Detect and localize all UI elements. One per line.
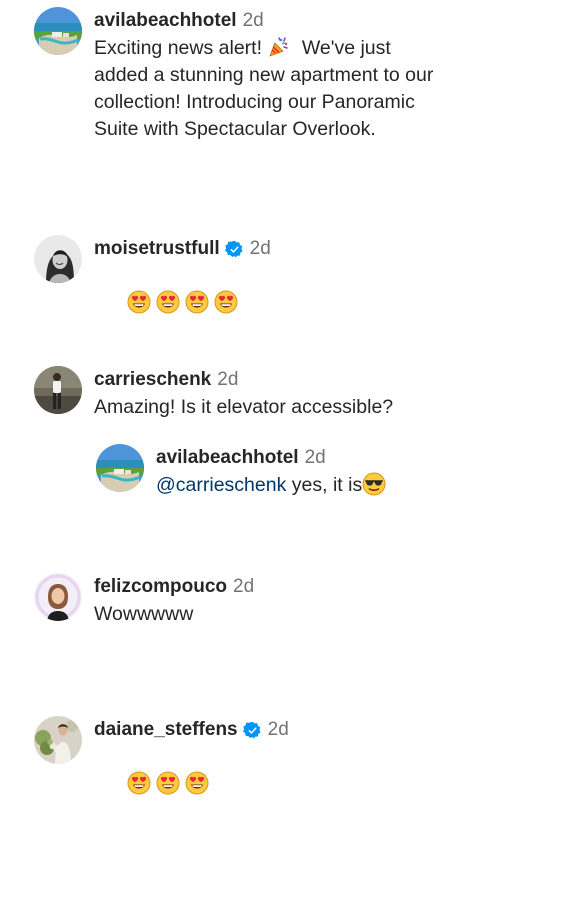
verified-badge-icon bbox=[243, 721, 262, 740]
comment-item: daiane_steffens 2d bbox=[34, 716, 289, 825]
timestamp: 2d bbox=[267, 719, 289, 740]
comment-item: moisetrustfull 2d bbox=[34, 235, 271, 344]
timestamp: 2d bbox=[304, 447, 326, 468]
avatar[interactable] bbox=[34, 573, 82, 621]
heart-eyes-icon bbox=[214, 290, 238, 314]
heart-eyes-icon bbox=[127, 290, 151, 314]
avatar[interactable] bbox=[34, 366, 82, 414]
mention-link[interactable]: @carrieschenk bbox=[156, 474, 286, 496]
avatar[interactable] bbox=[34, 716, 82, 764]
comment-text bbox=[94, 744, 289, 825]
comment-item: felizcompouco 2d Wowwwww bbox=[34, 573, 254, 628]
comment-text: Amazing! Is it elevator accessible? bbox=[94, 396, 394, 418]
username[interactable]: avilabeachhotel bbox=[94, 7, 237, 35]
timestamp: 2d bbox=[233, 576, 255, 597]
verified-badge-icon bbox=[225, 240, 244, 259]
username[interactable]: moisetrustfull bbox=[94, 235, 220, 263]
heart-eyes-icon bbox=[185, 771, 209, 795]
username[interactable]: avilabeachhotel bbox=[156, 444, 299, 472]
comment-item: avilabeachhotel 2d Exciting news alert! … bbox=[34, 7, 434, 143]
reply-text: @carrieschenk yes, it is bbox=[156, 472, 391, 499]
heart-eyes-icon bbox=[127, 771, 151, 795]
timestamp: 2d bbox=[242, 10, 264, 31]
timestamp: 2d bbox=[249, 238, 271, 259]
avatar[interactable] bbox=[34, 235, 82, 283]
heart-eyes-icon bbox=[185, 290, 209, 314]
heart-eyes-icon bbox=[156, 290, 180, 314]
heart-eyes-icon bbox=[156, 771, 180, 795]
timestamp: 2d bbox=[217, 369, 239, 390]
username[interactable]: felizcompouco bbox=[94, 573, 227, 601]
username[interactable]: daiane_steffens bbox=[94, 716, 238, 744]
party-popper-icon bbox=[267, 35, 291, 59]
avatar[interactable] bbox=[34, 7, 82, 55]
avatar[interactable] bbox=[96, 444, 144, 492]
username[interactable]: carrieschenk bbox=[94, 366, 211, 394]
sunglasses-face-icon bbox=[362, 472, 386, 496]
comment-item: carrieschenk 2d Amazing! Is it elevator … bbox=[34, 366, 393, 421]
comment-text bbox=[94, 263, 271, 344]
reply-item: avilabeachhotel 2d @carrieschenk yes, it… bbox=[96, 444, 391, 499]
comment-text: Exciting news alert! We've just added a … bbox=[94, 35, 439, 140]
comment-text: Wowwwww bbox=[94, 603, 194, 625]
